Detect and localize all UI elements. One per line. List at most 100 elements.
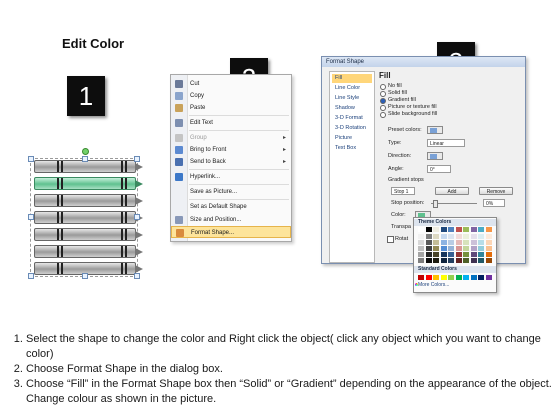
standard-color-swatch[interactable] [418,275,424,280]
theme-shade-swatch[interactable] [440,246,447,251]
crayon-shape[interactable] [34,211,143,224]
theme-shade-swatch[interactable] [455,252,462,257]
theme-shade-swatch[interactable] [440,252,447,257]
type-select[interactable]: Linear [427,139,465,147]
theme-shade-swatch[interactable] [440,258,447,263]
theme-shade-swatch[interactable] [470,234,477,239]
standard-color-swatch[interactable] [425,275,432,280]
standard-color-swatch[interactable] [470,275,477,280]
theme-shade-swatch[interactable] [425,240,432,245]
slider-thumb[interactable] [433,200,438,208]
resize-handle[interactable] [28,156,34,162]
crayon-shape[interactable] [34,194,143,207]
direction-button[interactable] [427,152,443,160]
theme-shade-swatch[interactable] [478,240,484,245]
theme-shade-swatch[interactable] [478,258,484,263]
theme-shade-swatch[interactable] [448,246,454,251]
theme-color-swatch[interactable] [478,227,484,232]
theme-shade-swatch[interactable] [455,240,462,245]
theme-color-swatch[interactable] [485,227,492,232]
radio-gradient-fill[interactable] [380,98,386,104]
theme-shade-swatch[interactable] [455,234,462,239]
menu-item-format-shape[interactable]: Format Shape... [171,226,291,238]
theme-shade-swatch[interactable] [463,240,469,245]
crayon-shape-selected[interactable] [34,177,143,190]
theme-color-swatch[interactable] [470,227,477,232]
theme-color-swatch[interactable] [463,227,469,232]
menu-item-bring-to-front[interactable]: Bring to Front ▸ [171,144,291,156]
preset-colors-button[interactable] [427,126,443,134]
resize-handle[interactable] [134,273,140,279]
theme-shade-swatch[interactable] [418,252,424,257]
theme-shade-swatch[interactable] [463,234,469,239]
theme-shade-swatch[interactable] [433,240,439,245]
theme-shade-swatch[interactable] [455,258,462,263]
theme-shade-swatch[interactable] [418,240,424,245]
menu-item-save-as-picture[interactable]: Save as Picture... [171,186,291,198]
rotation-handle[interactable] [82,148,89,155]
menu-item-size-position[interactable]: Size and Position... [171,214,291,226]
theme-shade-swatch[interactable] [425,252,432,257]
theme-color-swatch[interactable] [455,227,462,232]
theme-shade-swatch[interactable] [425,234,432,239]
remove-stop-button[interactable]: Remove [479,187,513,195]
menu-item-group[interactable]: Group ▸ [171,132,291,144]
standard-color-swatch[interactable] [463,275,469,280]
theme-shade-swatch[interactable] [478,252,484,257]
theme-shade-swatch[interactable] [478,246,484,251]
angle-input[interactable]: 0° [427,165,451,173]
theme-shade-swatch[interactable] [440,234,447,239]
theme-shade-swatch[interactable] [448,252,454,257]
menu-item-send-to-back[interactable]: Send to Back ▸ [171,156,291,168]
theme-shade-swatch[interactable] [433,246,439,251]
theme-shade-swatch[interactable] [485,252,492,257]
nav-item-text-box[interactable]: Text Box [332,144,372,153]
theme-shade-swatch[interactable] [463,252,469,257]
theme-color-swatch[interactable] [433,227,439,232]
standard-color-swatch[interactable] [455,275,462,280]
menu-item-set-default-shape[interactable]: Set as Default Shape [171,201,291,213]
theme-color-swatch[interactable] [448,227,454,232]
theme-shade-swatch[interactable] [418,234,424,239]
standard-color-swatch[interactable] [448,275,454,280]
menu-item-cut[interactable]: Cut [171,78,291,90]
theme-shade-swatch[interactable] [485,240,492,245]
crayon-shape[interactable] [34,228,143,241]
theme-shade-swatch[interactable] [418,258,424,263]
menu-item-paste[interactable]: Paste [171,102,291,114]
resize-handle[interactable] [82,273,88,279]
nav-item-fill[interactable]: Fill [332,74,372,83]
standard-color-swatch[interactable] [478,275,484,280]
more-colors-link[interactable]: More Colors... [418,282,449,288]
standard-color-swatch[interactable] [485,275,492,280]
theme-shade-swatch[interactable] [485,258,492,263]
radio-solid-fill[interactable] [380,91,386,97]
menu-item-edit-text[interactable]: Edit Text [171,117,291,129]
theme-color-swatch[interactable] [425,227,432,232]
theme-shade-swatch[interactable] [418,246,424,251]
rotate-checkbox[interactable] [387,236,394,243]
menu-item-hyperlink[interactable]: Hyperlink... [171,171,291,183]
theme-color-swatch[interactable] [440,227,447,232]
menu-item-copy[interactable]: Copy [171,90,291,102]
theme-shade-swatch[interactable] [470,240,477,245]
theme-shade-swatch[interactable] [425,246,432,251]
stop-position-input[interactable]: 0% [483,199,505,207]
theme-shade-swatch[interactable] [478,234,484,239]
theme-shade-swatch[interactable] [433,234,439,239]
theme-shade-swatch[interactable] [463,258,469,263]
resize-handle[interactable] [134,214,140,220]
nav-item-picture[interactable]: Picture [332,134,372,143]
resize-handle[interactable] [28,273,34,279]
theme-shade-swatch[interactable] [470,258,477,263]
theme-shade-swatch[interactable] [470,246,477,251]
stop-select[interactable]: Stop 1 [391,187,415,195]
theme-shade-swatch[interactable] [463,246,469,251]
radio-picture-fill[interactable] [380,105,386,111]
theme-shade-swatch[interactable] [433,258,439,263]
standard-color-swatch[interactable] [440,275,447,280]
nav-item-line-style[interactable]: Line Style [332,94,372,103]
theme-shade-swatch[interactable] [448,234,454,239]
add-stop-button[interactable]: Add [435,187,469,195]
theme-shade-swatch[interactable] [470,252,477,257]
